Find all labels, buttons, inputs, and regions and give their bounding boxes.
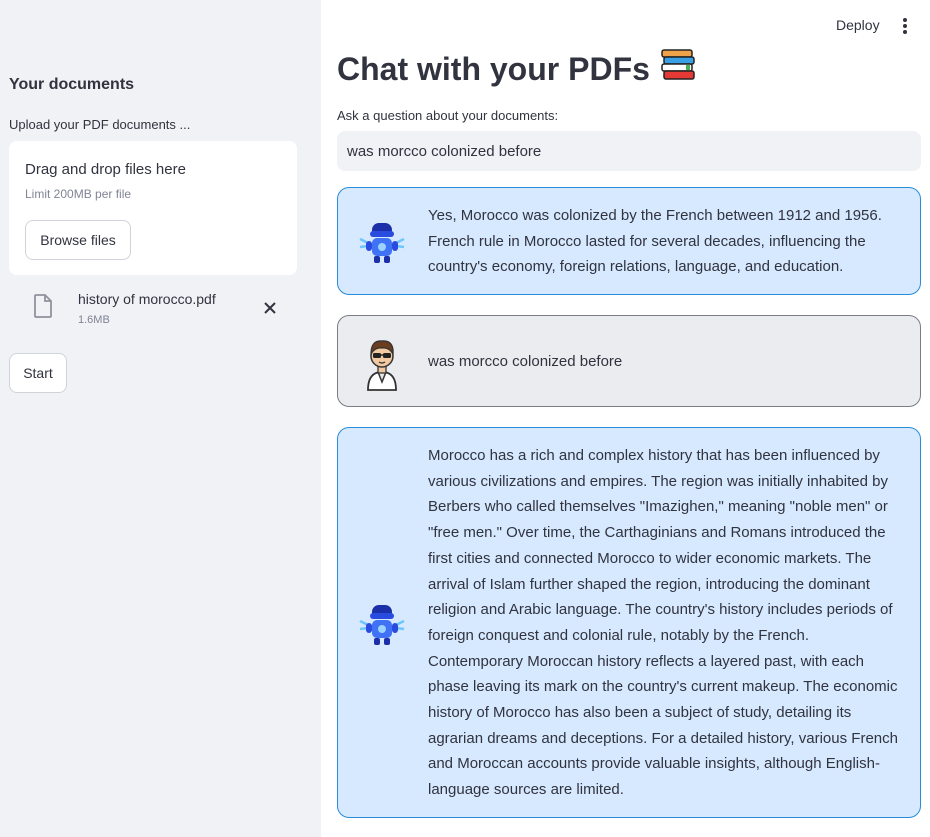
- message-text: Yes, Morocco was colonized by the French…: [428, 207, 882, 276]
- browse-files-button[interactable]: Browse files: [25, 220, 131, 260]
- file-dropzone[interactable]: Drag and drop files here Limit 200MB per…: [9, 141, 297, 275]
- start-button[interactable]: Start: [9, 353, 67, 393]
- file-size: 1.6MB: [78, 314, 110, 326]
- books-icon: [660, 48, 696, 90]
- bot-message: Yes, Morocco was colonized by the French…: [337, 187, 921, 295]
- robot-avatar-icon: [354, 213, 410, 269]
- question-label: Ask a question about your documents:: [337, 108, 559, 123]
- dropzone-limit: Limit 200MB per file: [25, 187, 132, 201]
- kebab-menu-icon[interactable]: [897, 14, 913, 38]
- person-avatar-icon: [354, 332, 410, 391]
- uploaded-file-item: history of morocco.pdf 1.6MB: [9, 285, 297, 333]
- robot-avatar-icon: [354, 595, 410, 651]
- question-input[interactable]: [337, 131, 921, 171]
- bot-message: Morocco has a rich and complex history t…: [337, 427, 921, 818]
- document-icon: [33, 294, 53, 323]
- page-title-text: Chat with your PDFs: [337, 50, 650, 87]
- file-name: history of morocco.pdf: [78, 291, 216, 307]
- message-text: Morocco has a rich and complex history t…: [428, 447, 898, 799]
- deploy-button[interactable]: Deploy: [836, 17, 880, 33]
- sidebar: Your documents Upload your PDF documents…: [0, 0, 321, 837]
- page-title: Chat with your PDFs: [337, 48, 696, 90]
- user-message: was morcco colonized before: [337, 315, 921, 407]
- upload-label: Upload your PDF documents ...: [9, 117, 191, 132]
- remove-file-close-icon[interactable]: [261, 299, 279, 317]
- sidebar-title: Your documents: [9, 76, 135, 93]
- message-text: was morcco colonized before: [428, 353, 623, 370]
- dropzone-title: Drag and drop files here: [25, 161, 186, 178]
